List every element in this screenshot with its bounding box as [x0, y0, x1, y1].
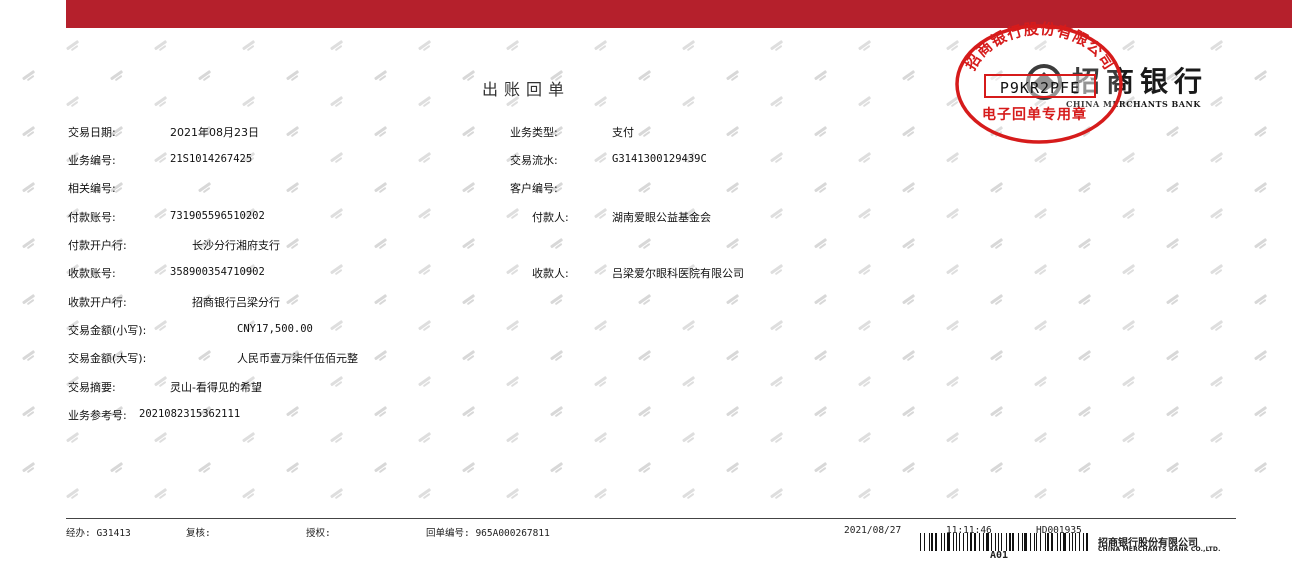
- amount-big-label: 交易金额(大写):: [68, 352, 147, 365]
- ref-no-label: 业务参考号:: [68, 409, 127, 422]
- payer-value: 湖南爱眼公益基金会: [612, 211, 711, 224]
- serial-value: G3141300129439C: [612, 153, 707, 165]
- trade-date-value: 2021年08月23日: [170, 126, 259, 139]
- payer-account-value: 731905596510202: [170, 210, 265, 222]
- footer-receipt-no: 回单编号: 965A000267811: [426, 528, 550, 539]
- payee-bank-value: 招商银行吕梁分行: [192, 296, 280, 309]
- amount-small-label: 交易金额(小写):: [68, 324, 147, 337]
- serial-label: 交易流水:: [510, 154, 558, 167]
- seal-code: P9KR2PFE: [984, 74, 1096, 98]
- summary-label: 交易摘要:: [68, 381, 116, 394]
- biz-no-label: 业务编号:: [68, 154, 116, 167]
- summary-value: 灵山-看得见的希望: [170, 381, 262, 394]
- footer-authorize: 授权:: [306, 528, 331, 539]
- payer-label: 付款人:: [532, 211, 569, 224]
- biz-no-value: 21S1014267425: [170, 153, 253, 165]
- footer-bank-english: CHINA MERCHANTS BANK CO.,LTD.: [1098, 546, 1221, 553]
- payee-label: 收款人:: [532, 267, 569, 280]
- payer-account-label: 付款账号:: [68, 211, 116, 224]
- payee-account-value: 358900354710902: [170, 266, 265, 278]
- trade-date-label: 交易日期:: [68, 126, 116, 139]
- footer-handler: 经办: G31413: [66, 528, 131, 539]
- ref-no-value: 2021082315362111: [139, 408, 241, 420]
- amount-small-value: CNY17,500.00: [237, 323, 313, 335]
- barcode-icon: [920, 533, 1088, 551]
- page-title: 出账回单: [482, 80, 571, 99]
- payee-account-label: 收款账号:: [68, 267, 116, 280]
- customer-no-label: 客户编号:: [510, 182, 558, 195]
- footer-divider: [66, 518, 1236, 519]
- related-no-label: 相关编号:: [68, 182, 116, 195]
- seal-label: 电子回单专用章: [982, 107, 1087, 123]
- payer-bank-value: 长沙分行湘府支行: [192, 239, 280, 252]
- footer-date: 2021/08/27: [844, 525, 902, 536]
- amount-big-value: 人民币壹万柒仟伍佰元整: [237, 352, 358, 365]
- payer-bank-label: 付款开户行:: [68, 239, 127, 252]
- biz-type-value: 支付: [612, 126, 634, 139]
- footer-review: 复核:: [186, 528, 211, 539]
- footer-a01: A01: [990, 550, 1009, 561]
- payee-value: 吕梁爱尔眼科医院有限公司: [612, 267, 744, 280]
- payee-bank-label: 收款开户行:: [68, 296, 127, 309]
- biz-type-label: 业务类型:: [510, 126, 558, 139]
